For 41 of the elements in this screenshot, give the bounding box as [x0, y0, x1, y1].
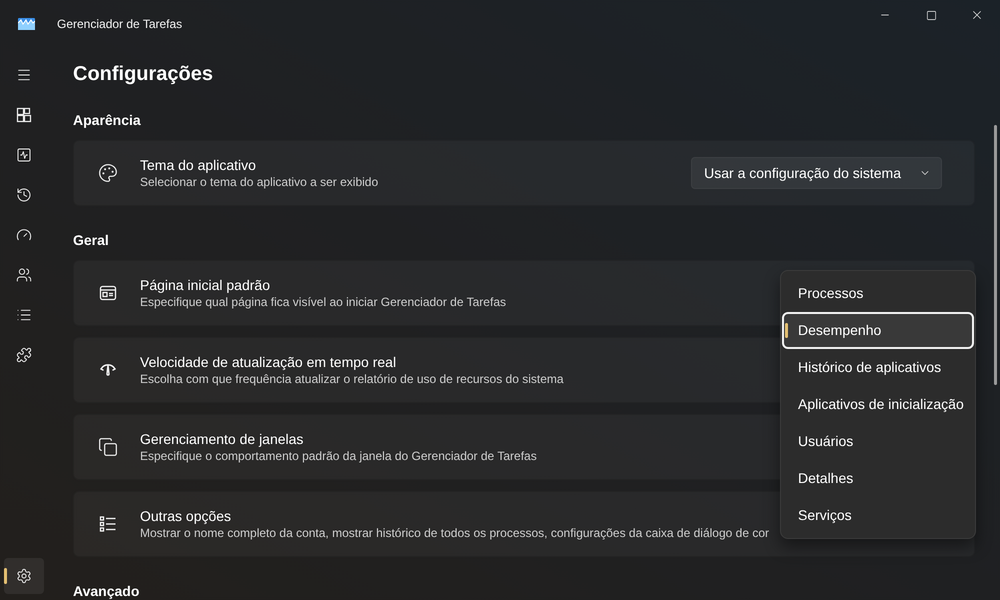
setting-description: Especifique qual página fica visível ao iniciar Gerenciador de Tarefas	[140, 294, 506, 310]
maximize-icon	[926, 10, 936, 20]
selection-indicator-icon	[4, 568, 7, 584]
setting-title: Outras opções	[140, 507, 232, 525]
menu-item[interactable]: Detalhes	[782, 460, 974, 497]
users-icon	[16, 267, 32, 283]
menu-item[interactable]: Desempenho	[782, 312, 974, 349]
setting-title: Velocidade de atualização em tempo real	[140, 353, 398, 371]
window-title: Gerenciador de Tarefas	[57, 16, 182, 33]
pulse-icon	[16, 147, 32, 163]
menu-item[interactable]: Serviços	[782, 497, 974, 534]
setting-description: Especifique o comportamento padrão da janela do Gerenciador de Tarefas	[140, 448, 537, 464]
history-icon	[16, 187, 32, 203]
window-icon	[98, 283, 118, 303]
settings-icon	[16, 568, 32, 584]
section-heading: Avançado	[73, 582, 140, 600]
palette-icon	[98, 163, 118, 183]
settings-nav-button[interactable]	[4, 558, 44, 594]
setting-title: Gerenciamento de janelas	[140, 430, 304, 448]
setting-title: Página inicial padrão	[140, 276, 271, 294]
section-heading: Aparência	[73, 111, 142, 130]
page-title: Configurações	[73, 62, 214, 87]
section-heading: Geral	[73, 231, 110, 250]
setting-title: Tema do aplicativo	[140, 156, 257, 174]
dropdown[interactable]: Usar a configuração do sistema	[691, 157, 942, 189]
app-icon	[18, 18, 35, 30]
selection-indicator-icon	[785, 323, 788, 338]
list-icon	[98, 514, 118, 534]
menu-item[interactable]: Processos	[782, 275, 974, 312]
menu-item[interactable]: Aplicativos de inicialização	[782, 386, 974, 423]
puzzle-icon	[16, 347, 32, 363]
scrollbar[interactable]	[994, 125, 997, 385]
menu-item[interactable]: Histórico de aplicativos	[782, 349, 974, 386]
menu-icon	[16, 67, 32, 83]
setting-description: Selecionar o tema do aplicativo a ser exibido	[140, 174, 378, 190]
menu-item[interactable]: Usuários	[782, 423, 974, 460]
gauge-icon	[16, 227, 32, 243]
grid-icon	[16, 107, 32, 123]
overlapping-windows-icon	[98, 437, 118, 457]
setting-description: Mostrar o nome completo da conta, mostrar histórico de todos os processos, configurações da caixa de diálogo de cor	[140, 525, 769, 541]
setting-description: Escolha com que frequência atualizar o relatório de uso de recursos do sistema	[140, 371, 564, 387]
